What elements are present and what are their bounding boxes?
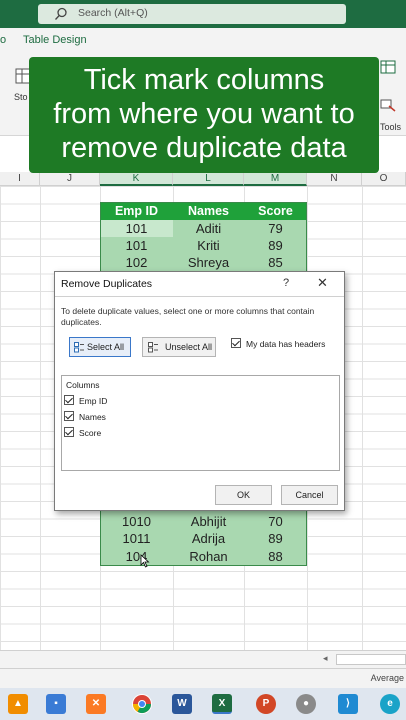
vlc-icon[interactable]: ▲: [8, 694, 28, 714]
banner-line: from where you want to: [53, 98, 355, 130]
table-cell[interactable]: Shreya: [173, 254, 244, 272]
columns-label: Columns: [66, 380, 100, 390]
remove-duplicates-dialog: Remove Duplicates ? ✕ To delete duplicat…: [54, 271, 345, 511]
files-icon[interactable]: ▪: [46, 694, 66, 714]
table-cell[interactable]: Adrija: [173, 530, 244, 548]
close-button[interactable]: ✕: [317, 275, 328, 291]
table-cell[interactable]: 1011: [100, 530, 173, 548]
table-cell[interactable]: 70: [244, 513, 307, 531]
ribbon-tabs: o Table Design: [0, 28, 406, 54]
headers-checkbox-label[interactable]: My data has headers: [246, 339, 325, 349]
table-header-score[interactable]: Score: [244, 202, 307, 220]
table-cell[interactable]: Aditi: [173, 220, 244, 238]
sheet-tab-bar: ◂: [0, 650, 406, 668]
table-cell[interactable]: 104: [100, 548, 173, 566]
col-header-o[interactable]: O: [362, 172, 406, 186]
edge-icon[interactable]: e: [380, 694, 400, 714]
select-all-button[interactable]: Select All: [69, 337, 131, 357]
cancel-button[interactable]: Cancel: [281, 485, 338, 505]
tab-table-design[interactable]: Table Design: [23, 34, 87, 46]
scroll-left-icon[interactable]: ◂: [323, 653, 328, 664]
table-cell[interactable]: 1010: [100, 513, 173, 531]
search-icon: [55, 7, 67, 20]
pivot-icon[interactable]: [380, 60, 396, 74]
ribbon-button-label[interactable]: Sto: [14, 92, 28, 102]
taskbar: ▲ ▪ ✕ W X P ● ⟩ e: [0, 688, 406, 720]
select-all-icon: [74, 342, 84, 353]
table-cell[interactable]: 89: [244, 530, 307, 548]
column-checkbox-names[interactable]: [64, 411, 74, 421]
headers-checkbox[interactable]: [231, 338, 241, 348]
word-icon[interactable]: W: [172, 694, 192, 714]
column-checkbox-score[interactable]: [64, 427, 74, 437]
column-label-score[interactable]: Score: [79, 428, 101, 438]
table-cell[interactable]: Rohan: [173, 548, 244, 566]
tab-fragment[interactable]: o: [0, 34, 6, 46]
table-cell[interactable]: 89: [244, 237, 307, 255]
table-cell[interactable]: 101: [100, 220, 173, 238]
excel-icon[interactable]: X: [212, 694, 232, 714]
table-cell[interactable]: 85: [244, 254, 307, 272]
col-header-n[interactable]: N: [307, 172, 362, 186]
chrome-icon[interactable]: [132, 694, 152, 714]
select-all-label: Select All: [87, 342, 125, 352]
col-header-j[interactable]: J: [40, 172, 100, 186]
search-box[interactable]: Search (Alt+Q): [38, 4, 346, 24]
column-label-emp-id[interactable]: Emp ID: [79, 396, 107, 406]
powerpoint-icon[interactable]: P: [256, 694, 276, 714]
vscode-icon[interactable]: ⟩: [338, 694, 358, 714]
col-header-k[interactable]: K: [100, 172, 173, 186]
status-bar: Average: [0, 668, 406, 688]
horizontal-scrollbar[interactable]: [336, 654, 406, 665]
mouse-cursor-icon: [140, 554, 150, 568]
table-header-names[interactable]: Names: [173, 202, 244, 220]
help-button[interactable]: ?: [283, 277, 289, 289]
banner-line: remove duplicate data: [61, 132, 347, 164]
unselect-all-label: Unselect All: [165, 342, 213, 352]
col-header-m[interactable]: M: [244, 172, 307, 186]
ok-button[interactable]: OK: [215, 485, 272, 505]
table-cell[interactable]: 101: [100, 237, 173, 255]
title-divider: [55, 296, 344, 297]
app-icon[interactable]: ●: [296, 694, 316, 714]
dialog-description: To delete duplicate values, select one o…: [61, 306, 315, 327]
unlink-icon[interactable]: [380, 98, 396, 112]
unselect-all-button[interactable]: Unselect All: [142, 337, 216, 357]
xampp-icon[interactable]: ✕: [86, 694, 106, 714]
table-cell[interactable]: Abhijit: [173, 513, 244, 531]
col-header-i[interactable]: I: [0, 172, 40, 186]
search-placeholder: Search (Alt+Q): [78, 7, 148, 19]
status-average: Average: [370, 673, 404, 683]
dialog-title: Remove Duplicates: [61, 278, 153, 290]
col-header-l[interactable]: L: [173, 172, 244, 186]
column-headers: I J K L M N O: [0, 172, 406, 186]
tools-group-label: Tools: [380, 122, 402, 132]
title-bar: Search (Alt+Q): [0, 0, 406, 28]
column-label-names[interactable]: Names: [79, 412, 106, 422]
column-checkbox-emp-id[interactable]: [64, 395, 74, 405]
table-cell[interactable]: 79: [244, 220, 307, 238]
table-header-emp-id[interactable]: Emp ID: [100, 202, 173, 220]
unselect-all-icon: [148, 342, 158, 353]
table-cell[interactable]: 102: [100, 254, 173, 272]
grid-line: [40, 186, 41, 650]
grid-line: [362, 186, 363, 650]
banner-line: Tick mark columns: [83, 64, 325, 96]
instruction-banner: Tick mark columns from where you want to…: [29, 57, 379, 173]
table-cell[interactable]: Kriti: [173, 237, 244, 255]
columns-list: Columns Emp ID Names Score: [61, 375, 340, 471]
table-cell[interactable]: 88: [244, 548, 307, 566]
